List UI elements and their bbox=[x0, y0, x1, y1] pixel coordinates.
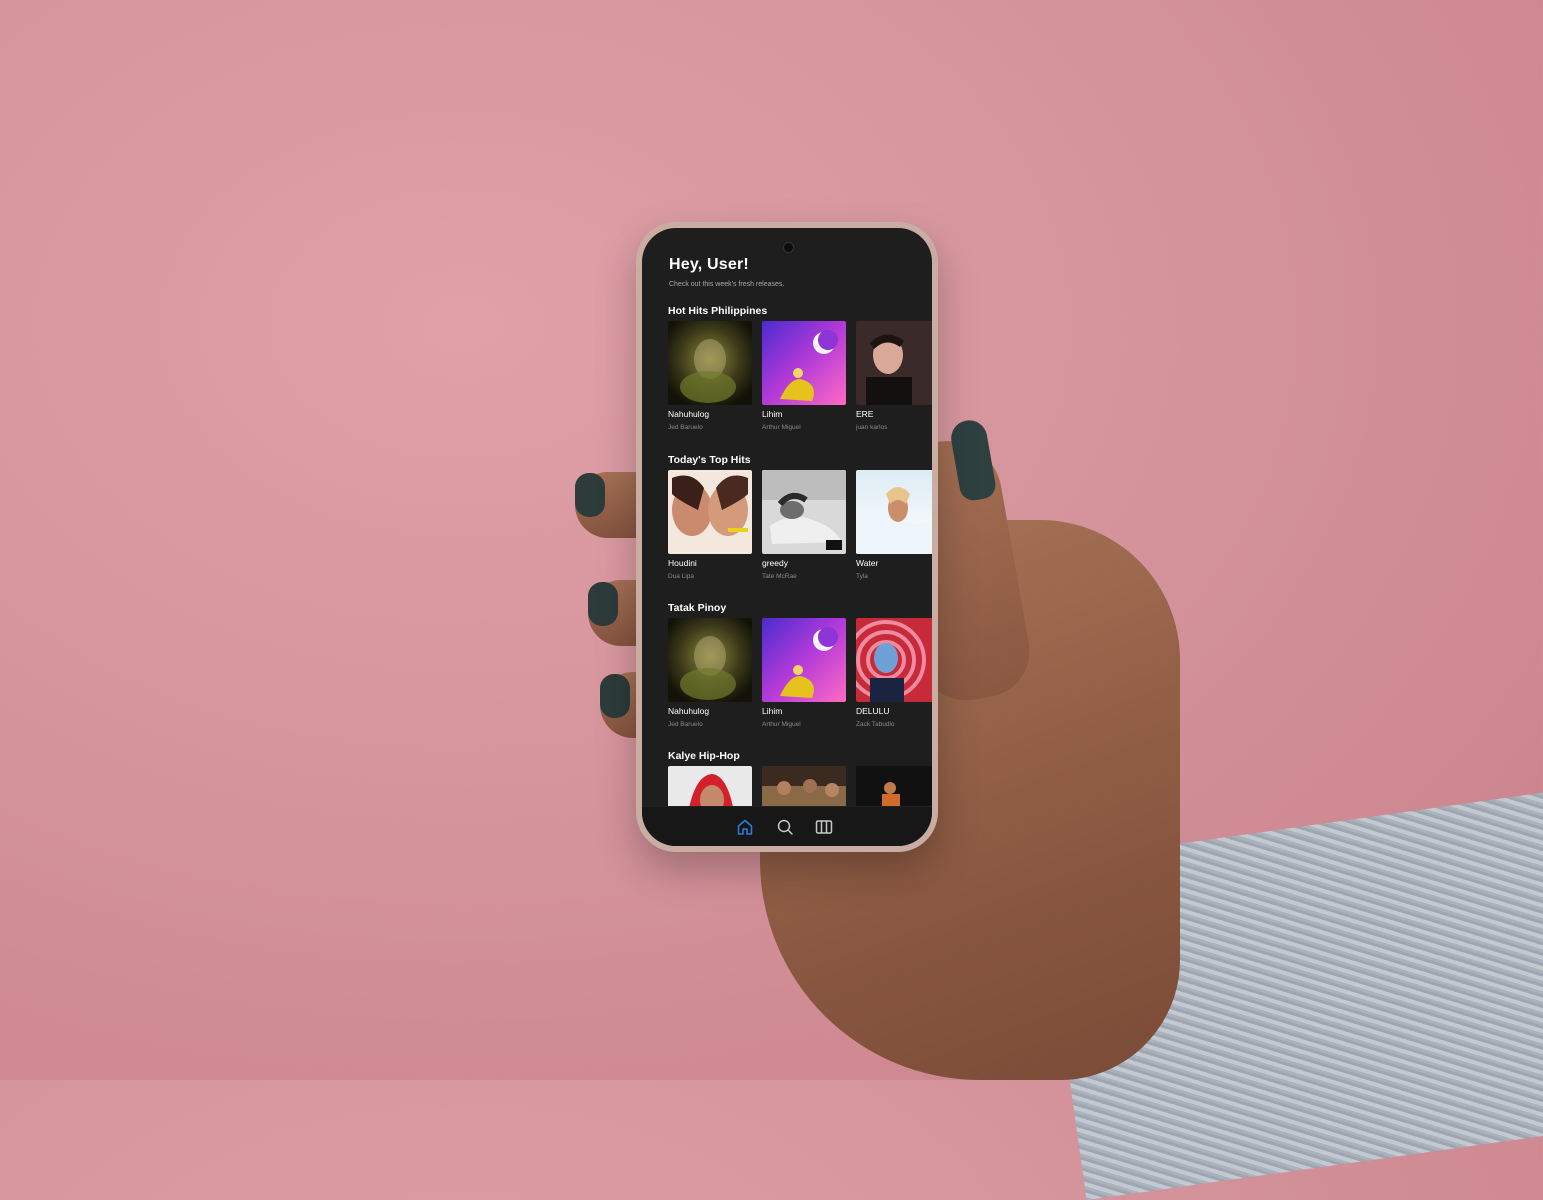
album-cover[interactable] bbox=[856, 470, 932, 554]
album-cover[interactable] bbox=[668, 321, 752, 405]
home-icon[interactable] bbox=[736, 818, 754, 836]
album-title: Water bbox=[856, 558, 879, 568]
search-icon[interactable] bbox=[776, 818, 794, 836]
finger-nail bbox=[600, 674, 630, 718]
album-cover[interactable] bbox=[668, 766, 752, 806]
album-artist: Dua Lipa bbox=[668, 573, 695, 580]
album-artist: Arthur Miguel bbox=[762, 424, 801, 431]
library-icon[interactable] bbox=[815, 818, 833, 836]
finger-nail bbox=[575, 473, 605, 517]
album-artist: Zack Tabudlo bbox=[856, 721, 895, 728]
album-cover[interactable] bbox=[668, 618, 752, 702]
album-artist: Jed Baruelo bbox=[668, 721, 703, 728]
album-cover[interactable] bbox=[856, 618, 932, 702]
album-cover[interactable] bbox=[856, 766, 932, 806]
album-title: Nahuhulog bbox=[668, 409, 710, 419]
album-artist: Tate McRae bbox=[762, 573, 797, 580]
album-artist: Arthur Miguel bbox=[762, 721, 801, 728]
greeting-title: Hey, User! bbox=[669, 256, 749, 273]
album-title: Lihim bbox=[762, 409, 783, 419]
card-row bbox=[668, 766, 932, 806]
bottom-nav bbox=[642, 806, 932, 846]
section-title: Kalye Hip-Hop bbox=[668, 750, 740, 762]
card-row: Houdini Dua Lipa greedy Tate McRae Water… bbox=[668, 470, 932, 590]
finger-nail bbox=[588, 582, 618, 626]
album-title: Nahuhulog bbox=[668, 706, 710, 716]
album-artist: juan karlos bbox=[856, 424, 888, 431]
album-cover[interactable] bbox=[856, 321, 932, 405]
front-camera bbox=[783, 242, 794, 253]
album-cover[interactable] bbox=[668, 470, 752, 554]
album-cover[interactable] bbox=[762, 766, 846, 806]
section-title: Today's Top Hits bbox=[668, 454, 751, 466]
album-artist: Tyla bbox=[856, 573, 868, 580]
card-row: Nahuhulog Jed Baruelo Lihim Arthur Migue… bbox=[668, 321, 932, 441]
card-row: Nahuhulog Jed Baruelo Lihim Arthur Migue… bbox=[668, 618, 932, 738]
album-cover[interactable] bbox=[762, 321, 846, 405]
album-title: ERE bbox=[856, 409, 874, 419]
album-title: Lihim bbox=[762, 706, 783, 716]
album-cover[interactable] bbox=[762, 470, 846, 554]
greeting-subtitle: Check out this week's fresh releases. bbox=[669, 281, 785, 288]
phone-screen: Hey, User! Check out this week's fresh r… bbox=[642, 228, 932, 846]
album-title: greedy bbox=[762, 558, 788, 568]
section-title: Hot Hits Philippines bbox=[668, 305, 768, 317]
album-cover[interactable] bbox=[762, 618, 846, 702]
section-title: Tatak Pinoy bbox=[668, 602, 727, 614]
album-artist: Jed Baruelo bbox=[668, 424, 703, 431]
album-title: Houdini bbox=[668, 558, 697, 568]
album-title: DELULU bbox=[856, 706, 890, 716]
